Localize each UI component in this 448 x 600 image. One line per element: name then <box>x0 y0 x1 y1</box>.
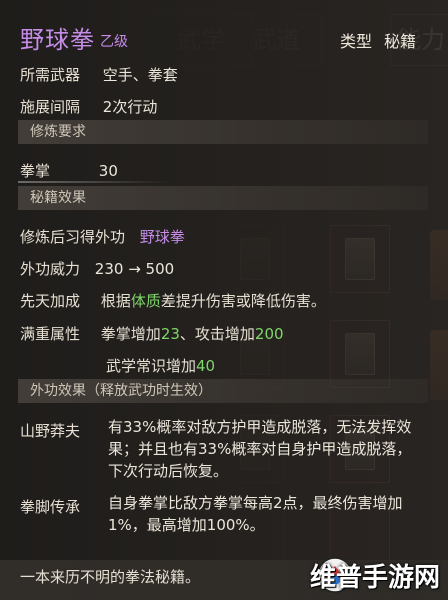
section-book-effect: 秘籍效果 <box>18 186 428 210</box>
item-type: 类型 秘籍 <box>340 28 428 52</box>
effect-name-2: 拳脚传承 <box>20 498 81 516</box>
innate-prefix: 根据 <box>100 292 131 310</box>
effect-desc-2: 自身拳掌比敌方拳掌每高2点，最终伤害增加 1%，最高增加100%。 <box>108 492 403 536</box>
effect-desc-line: 下次行动后恢复。 <box>108 462 229 480</box>
full-line1-d: 200 <box>254 325 284 343</box>
learn-value: 野球拳 <box>139 228 185 246</box>
item-tooltip-panel: 野球拳 乙级 类型 秘籍 所需武器 空手、拳套 施展间隔 2次行动 修炼要求 拳掌… <box>0 0 448 600</box>
type-label: 类型 <box>340 32 373 51</box>
section-cultivation: 修炼要求 <box>18 120 428 144</box>
effect-desc-line: 1%，最高增加100%。 <box>108 516 265 534</box>
full-line2-b: 40 <box>196 357 216 375</box>
effect-desc-line: 有33%概率对敌方护甲造成脱落，无法发挥效 <box>108 418 412 436</box>
cultivation-row: 拳掌 30 <box>20 160 118 181</box>
item-description: 一本来历不明的拳法秘籍。 <box>20 568 201 586</box>
full-line1-a: 拳掌增加 <box>100 325 161 343</box>
watermark-text: 维普手游网 <box>309 563 440 593</box>
full-row: 满重属性 拳掌增加23、攻击增加200 <box>20 323 284 344</box>
power-value: 230 → 500 <box>94 260 175 278</box>
innate-row: 先天加成 根据体质差提升伤害或降低伤害。 <box>20 290 326 311</box>
weapon-row: 所需武器 空手、拳套 <box>20 64 178 85</box>
effect-desc-line: 自身拳掌比敌方拳掌每高2点，最终伤害增加 <box>108 494 403 512</box>
power-label: 外功威力 <box>20 260 81 278</box>
interval-row: 施展间隔 2次行动 <box>20 96 157 117</box>
interval-label: 施展间隔 <box>20 98 81 116</box>
full-line2-a: 武学常识增加 <box>106 357 197 375</box>
full-row-2: 武学常识增加40 <box>106 355 215 376</box>
item-title: 野球拳 <box>20 26 95 54</box>
effect-desc-1: 有33%概率对敌方护甲造成脱落，无法发挥效 果；并且也有33%概率对自身护甲造成… <box>108 416 411 482</box>
section-skill-effect: 外功效果（释放武功时生效） <box>18 379 428 403</box>
full-label: 满重属性 <box>20 325 81 343</box>
weapon-label: 所需武器 <box>20 66 81 84</box>
cultivation-value: 30 <box>98 162 118 180</box>
power-row: 外功威力 230 → 500 <box>20 258 174 279</box>
interval-value: 2次行动 <box>102 98 158 116</box>
effect-name-1: 山野莽夫 <box>20 422 81 440</box>
innate-highlight: 体质 <box>130 292 161 310</box>
full-line1-c: 、攻击增加 <box>179 325 255 343</box>
divider-line <box>18 181 168 183</box>
learn-label: 修炼后习得外功 <box>20 228 126 246</box>
full-line1-b: 23 <box>160 325 180 343</box>
innate-label: 先天加成 <box>20 292 81 310</box>
effect-desc-line: 果；并且也有33%概率对自身护甲造成脱落， <box>108 440 412 458</box>
innate-suffix: 差提升伤害或降低伤害。 <box>160 292 326 310</box>
type-value: 秘籍 <box>384 32 417 51</box>
learn-row: 修炼后习得外功 野球拳 <box>20 226 185 247</box>
item-grade: 乙级 <box>100 34 128 50</box>
cultivation-label: 拳掌 <box>20 162 51 180</box>
weapon-value: 空手、拳套 <box>102 66 178 84</box>
